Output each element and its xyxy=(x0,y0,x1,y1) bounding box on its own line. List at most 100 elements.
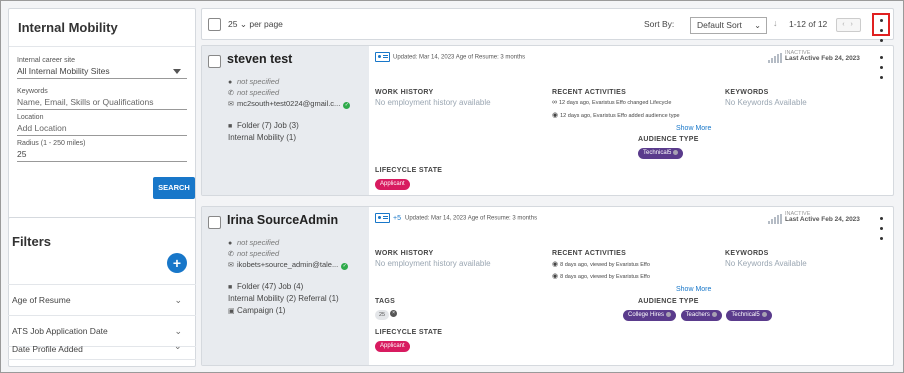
candidate-email[interactable]: ✉ mc2south+test0224@gmail.c... ✓ xyxy=(228,99,351,109)
candidate-phone: ✆ not specified xyxy=(228,88,280,97)
sort-select[interactable]: Default Sort ⌄ xyxy=(690,17,767,34)
audience-pill[interactable]: Technical5 xyxy=(638,148,684,159)
sort-direction-icon[interactable]: ↓ xyxy=(773,18,778,28)
activity-status: INACTIVE Last Active Feb 24, 2023 xyxy=(785,211,860,223)
remove-icon[interactable] xyxy=(761,311,767,317)
filter-date-profile-added-label: Date Profile Added xyxy=(12,344,83,354)
keywords-heading: KEYWORDS xyxy=(725,250,769,257)
keywords-heading: KEYWORDS xyxy=(725,89,769,96)
chevron-down-icon: ⌄ xyxy=(174,341,182,351)
pagination-text: 1-12 of 12 xyxy=(789,19,828,29)
chevron-down-icon: ⌄ xyxy=(754,21,761,30)
activity-item: ◉ 8 days ago, viewed by Evaristus Effo xyxy=(552,273,650,280)
chevron-down-icon: ⌄ xyxy=(174,295,182,305)
more-resumes-count[interactable]: +5 xyxy=(393,215,401,222)
tag-list: 25 × xyxy=(375,308,398,320)
resume-icon[interactable] xyxy=(375,52,390,62)
verified-icon: ✓ xyxy=(341,263,349,270)
resume-info: Updated: Mar 14, 2023 Age of Resume: 3 m… xyxy=(375,52,525,62)
show-more-link[interactable]: Show More xyxy=(676,286,711,293)
tags-heading: TAGS xyxy=(375,298,396,305)
email-icon: ✉ xyxy=(228,262,234,269)
results-area: 25 ⌄ per page Sort By: Default Sort ⌄ ↓ 1… xyxy=(201,8,894,366)
remove-icon[interactable] xyxy=(711,311,717,317)
audience-pill[interactable]: Teachers xyxy=(680,310,722,321)
location-icon: ● xyxy=(228,240,233,247)
audience-type-heading: AUDIENCE TYPE xyxy=(638,136,699,143)
audience-pill[interactable]: College Hires xyxy=(623,310,677,321)
lifecycle-pill[interactable]: Applicant xyxy=(375,179,410,190)
radius-label: Radius (1 - 250 miles) xyxy=(17,140,86,147)
phone-icon: ✆ xyxy=(228,90,234,97)
remove-icon[interactable] xyxy=(666,311,672,317)
email-icon: ✉ xyxy=(228,101,234,108)
activity-item: ∞ 12 days ago, Evaristus Effo changed Lif… xyxy=(552,99,672,106)
activity-item: ◉ 8 days ago, viewed by Evaristus Effo xyxy=(552,261,650,268)
caret-down-icon: ⌄ xyxy=(239,19,247,29)
add-filter-button[interactable]: + xyxy=(167,253,187,273)
per-page-select[interactable]: 25 ⌄ per page xyxy=(228,19,283,30)
audience-icon: ◉ xyxy=(552,112,559,119)
search-button[interactable]: SEARCH xyxy=(153,177,195,199)
folder-icon: ■ xyxy=(228,123,233,130)
keywords-value: No Keywords Available xyxy=(725,259,807,268)
audience-pills: College Hires Teachers Technical5 xyxy=(623,308,774,321)
site-label: Internal career site xyxy=(17,57,75,64)
sort-by-label: Sort By: xyxy=(644,19,675,29)
tag-chip[interactable]: 25 xyxy=(375,310,390,320)
candidate-folder-job: ■ Folder (7) Job (3) xyxy=(228,121,299,130)
location-icon: ● xyxy=(228,79,233,86)
filter-age-of-resume[interactable]: Age of Resume ⌄ xyxy=(8,284,196,315)
lifecycle-pill-wrap: Applicant xyxy=(375,339,412,352)
filter-ats-application-date[interactable]: ATS Job Application Date ⌄ xyxy=(8,315,196,346)
card-more-icon[interactable] xyxy=(879,52,883,82)
candidate-email[interactable]: ✉ ikobets+source_admin@tale... ✓ xyxy=(228,260,349,270)
work-history-value: No employment history available xyxy=(375,98,491,107)
filters-title: Filters xyxy=(12,234,52,249)
pagination-buttons[interactable]: ‹ › xyxy=(836,18,861,32)
keywords-label: Keywords xyxy=(17,88,48,95)
lifecycle-heading: LIFECYCLE STATE xyxy=(375,167,443,174)
work-history-value: No employment history available xyxy=(375,259,491,268)
activity-status: INACTIVE Last Active Feb 24, 2023 xyxy=(785,50,860,62)
candidate-checkbox[interactable] xyxy=(208,216,221,229)
panel-title: Internal Mobility xyxy=(9,9,195,47)
candidate-card: Irina SourceAdmin ● not specified ✆ not sp… xyxy=(201,206,894,366)
more-options-icon[interactable] xyxy=(872,13,890,42)
candidate-name[interactable]: Irina SourceAdmin xyxy=(227,213,338,227)
activity-level-icon xyxy=(768,53,784,63)
eye-icon: ◉ xyxy=(552,273,559,280)
location-label: Location xyxy=(17,114,44,121)
audience-pill[interactable]: Technical5 xyxy=(726,310,772,321)
candidate-location: ● not specified xyxy=(228,238,280,247)
site-select[interactable]: All Internal Mobility Sites xyxy=(17,64,187,79)
audience-pills: Technical5 xyxy=(638,146,685,159)
show-more-link[interactable]: Show More xyxy=(676,125,711,132)
resume-info: +5 Updated: Mar 14, 2023 Age of Resume: 3… xyxy=(375,213,537,223)
lifecycle-pill[interactable]: Applicant xyxy=(375,341,410,352)
results-toolbar: 25 ⌄ per page Sort By: Default Sort ⌄ ↓ 1… xyxy=(201,8,894,42)
verified-icon: ✓ xyxy=(343,102,351,109)
radius-input[interactable]: 25 xyxy=(17,147,187,162)
activity-item: ◉ 12 days ago, Evaristus Effo added audie… xyxy=(552,112,680,119)
card-more-icon[interactable] xyxy=(879,213,883,243)
audience-type-heading: AUDIENCE TYPE xyxy=(638,298,699,305)
candidate-campaign: ▣ Campaign (1) xyxy=(228,306,286,315)
lifecycle-heading: LIFECYCLE STATE xyxy=(375,329,443,336)
candidate-source: Internal Mobility (2) Referral (1) xyxy=(228,294,339,303)
remove-icon[interactable] xyxy=(673,149,679,155)
candidate-checkbox[interactable] xyxy=(208,55,221,68)
candidate-card: steven test ● not specified ✆ not specifie… xyxy=(201,45,894,196)
resume-icon[interactable] xyxy=(375,213,390,223)
activity-level-icon xyxy=(768,214,784,224)
location-input[interactable]: Add Location xyxy=(17,121,187,136)
eye-icon: ◉ xyxy=(552,261,559,268)
work-history-heading: WORK HISTORY xyxy=(375,89,434,96)
close-icon[interactable]: × xyxy=(390,310,398,318)
select-all-checkbox[interactable] xyxy=(208,18,221,31)
keywords-input[interactable]: Name, Email, Skills or Qualifications xyxy=(17,95,187,110)
candidate-location: ● not specified xyxy=(228,77,280,86)
folder-icon: ■ xyxy=(228,284,233,291)
candidate-name[interactable]: steven test xyxy=(227,52,292,66)
lifecycle-pill-wrap: Applicant xyxy=(375,177,412,190)
